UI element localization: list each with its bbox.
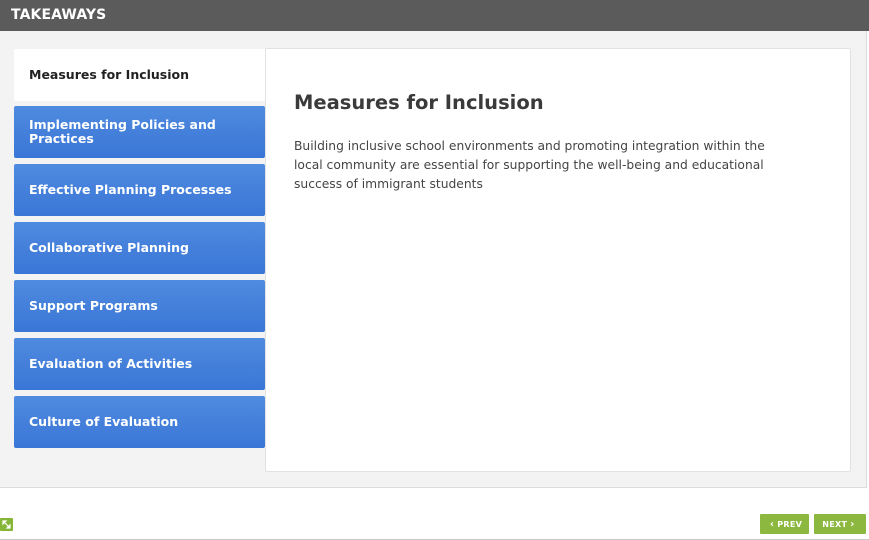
content-panel: Measures for Inclusion Building inclusiv… [265,48,851,472]
expand-button[interactable] [0,518,13,531]
chevron-left-icon: ‹ [769,518,775,530]
tab-measures-for-inclusion[interactable]: Measures for Inclusion [14,49,267,101]
tab-label: Support Programs [29,298,158,313]
tab-collaborative-planning[interactable]: Collaborative Planning [14,222,265,274]
next-button[interactable]: NEXT › [814,514,866,534]
tab-effective-planning-processes[interactable]: Effective Planning Processes [14,164,265,216]
prev-label: PREV [777,519,803,529]
content-body: Building inclusive school environments a… [294,139,765,191]
page-title: TAKEAWAYS [11,7,107,23]
tab-label: Culture of Evaluation [29,414,179,429]
tab-label: Implementing Policies and Practices [29,117,216,146]
next-label: NEXT [822,519,848,529]
tab-culture-of-evaluation[interactable]: Culture of Evaluation [14,396,265,448]
tab-label: Effective Planning Processes [29,182,232,197]
content-stage: Measures for Inclusion Implementing Poli… [0,31,867,488]
chevron-right-icon: › [850,518,855,530]
tab-implementing-policies-and-practices[interactable]: Implementing Policies and Practices [14,106,265,158]
tab-evaluation-of-activities[interactable]: Evaluation of Activities [14,338,265,390]
tab-label: Evaluation of Activities [29,356,193,371]
tab-label: Collaborative Planning [29,240,189,255]
content-title: Measures for Inclusion [294,91,544,114]
prev-button[interactable]: ‹ PREV [760,514,809,534]
tab-label: Measures for Inclusion [29,67,190,82]
bottom-bar: ‹ PREV NEXT › [0,488,869,540]
expand-icon [2,520,11,529]
top-bar: TAKEAWAYS [0,0,869,31]
tab-support-programs[interactable]: Support Programs [14,280,265,332]
